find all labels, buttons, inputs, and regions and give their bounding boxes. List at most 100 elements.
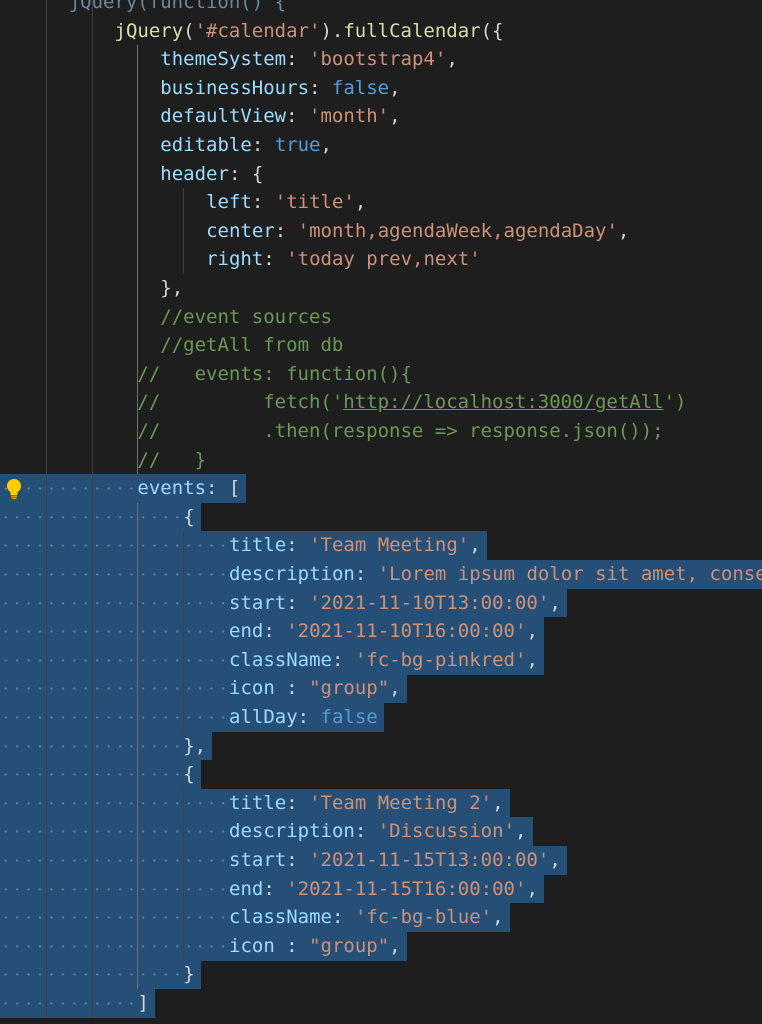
code-line[interactable]: businessHours: false, bbox=[160, 74, 400, 103]
code-line[interactable]: // fetch('http://localhost:3000/getAll') bbox=[137, 388, 686, 417]
code-token: }, bbox=[160, 277, 184, 299]
code-token: , bbox=[526, 877, 538, 900]
code-token: 'Team Meeting 2' bbox=[309, 791, 493, 814]
code-line[interactable]: { bbox=[183, 760, 194, 789]
code-token: : bbox=[263, 248, 287, 271]
code-line[interactable]: icon : "group", bbox=[229, 932, 401, 961]
code-line[interactable]: end: '2021-11-10T16:00:00', bbox=[229, 617, 538, 646]
code-token: defaultView bbox=[160, 105, 287, 128]
code-line[interactable]: icon : "group", bbox=[229, 674, 401, 703]
code-line[interactable]: defaultView: 'month', bbox=[160, 102, 400, 131]
code-line[interactable]: right: 'today prev,next' bbox=[206, 245, 481, 274]
code-token: '2021-11-10T16:00:00' bbox=[286, 620, 527, 643]
code-line[interactable]: themeSystem: 'bootstrap4', bbox=[160, 45, 457, 74]
code-line[interactable]: }, bbox=[183, 732, 206, 761]
code-token: icon bbox=[229, 677, 275, 700]
whitespace-dots bbox=[0, 903, 229, 932]
code-token: , bbox=[492, 791, 504, 814]
code-token: ({ bbox=[480, 19, 504, 42]
code-token: 'month,agendaWeek,agendaDay' bbox=[297, 219, 618, 242]
code-token: : bbox=[286, 105, 310, 128]
code-line[interactable]: { bbox=[183, 503, 194, 532]
whitespace-dots bbox=[0, 989, 138, 1018]
whitespace-dots bbox=[0, 760, 184, 789]
code-token: "group" bbox=[309, 677, 390, 700]
code-token: ). bbox=[320, 19, 344, 42]
code-editor[interactable]: jQuery(function() {jQuery('#calendar').f… bbox=[0, 0, 762, 1024]
code-line[interactable]: }, bbox=[160, 274, 183, 303]
whitespace-dots bbox=[0, 874, 229, 904]
code-token: { bbox=[183, 763, 195, 786]
code-token: allDay bbox=[229, 706, 298, 728]
code-line[interactable]: start: '2021-11-10T13:00:00', bbox=[229, 589, 561, 618]
code-token: 'Lorem ipsum dolor sit amet, conse bbox=[377, 563, 762, 585]
code-line[interactable]: title: 'Team Meeting', bbox=[229, 531, 481, 560]
code-token: icon bbox=[229, 934, 275, 957]
code-token: start bbox=[229, 849, 287, 871]
code-line[interactable]: left: 'title', bbox=[206, 188, 366, 217]
code-token: , bbox=[617, 219, 630, 242]
code-token: : bbox=[309, 76, 332, 99]
code-token: ( bbox=[183, 19, 195, 42]
code-token: : bbox=[274, 219, 298, 242]
code-token: 'bootstrap4' bbox=[309, 48, 447, 71]
code-line[interactable]: // .then(response => response.json()); bbox=[137, 417, 663, 446]
code-token: fullCalendar bbox=[343, 19, 481, 42]
code-line[interactable]: ] bbox=[137, 989, 148, 1018]
code-token: : bbox=[286, 849, 310, 871]
code-token: className bbox=[229, 906, 332, 929]
code-token: themeSystem bbox=[160, 48, 287, 71]
code-line[interactable]: description: 'Lorem ipsum dolor sit amet… bbox=[229, 560, 762, 589]
whitespace-dots bbox=[0, 588, 229, 618]
lightbulb-icon[interactable] bbox=[4, 477, 24, 501]
code-token: : bbox=[263, 877, 287, 900]
code-token: , bbox=[469, 534, 481, 557]
whitespace-dots bbox=[0, 502, 184, 532]
code-token: //event sources bbox=[160, 305, 332, 328]
code-token: : [ bbox=[206, 477, 241, 500]
code-token: : bbox=[286, 534, 310, 557]
code-line[interactable]: //event sources bbox=[160, 303, 332, 332]
code-line[interactable]: // events: function(){ bbox=[137, 360, 412, 389]
code-token: : bbox=[286, 48, 310, 71]
code-line[interactable]: className: 'fc-bg-pinkred', bbox=[229, 646, 538, 675]
code-token: : bbox=[354, 563, 378, 585]
code-token: false bbox=[320, 706, 378, 728]
code-token: jQuery(function() { bbox=[68, 0, 287, 13]
code-token: title bbox=[229, 534, 287, 557]
code-token: start bbox=[229, 591, 287, 614]
whitespace-dots bbox=[0, 931, 229, 961]
code-line[interactable]: editable: true, bbox=[160, 131, 332, 160]
code-line[interactable]: jQuery('#calendar').fullCalendar({ bbox=[115, 17, 504, 46]
code-line[interactable]: jQuery(function() { bbox=[69, 0, 286, 17]
code-token: // events: function(){ bbox=[137, 362, 412, 385]
code-line[interactable]: start: '2021-11-15T13:00:00', bbox=[229, 846, 561, 875]
code-token: { bbox=[183, 505, 195, 528]
code-token: className bbox=[229, 648, 332, 671]
code-token: left bbox=[206, 191, 252, 214]
code-token: '2021-11-15T13:00:00' bbox=[309, 849, 550, 871]
code-token: : bbox=[274, 934, 310, 957]
code-token: , bbox=[354, 191, 367, 214]
whitespace-dots bbox=[0, 617, 229, 646]
code-token: , bbox=[492, 906, 504, 929]
code-line[interactable]: //getAll from db bbox=[160, 331, 343, 360]
code-token: // fetch(' bbox=[137, 391, 344, 414]
code-line[interactable]: header: { bbox=[160, 160, 263, 189]
code-line[interactable]: end: '2021-11-15T16:00:00', bbox=[229, 875, 538, 904]
code-token: }, bbox=[183, 734, 207, 757]
code-token: : bbox=[251, 134, 275, 156]
code-line[interactable]: description: 'Discussion', bbox=[229, 817, 526, 846]
whitespace-dots bbox=[0, 674, 229, 703]
code-line[interactable]: allDay: false bbox=[229, 703, 378, 732]
code-line[interactable]: title: 'Team Meeting 2', bbox=[229, 789, 504, 818]
code-token: //getAll from db bbox=[160, 334, 344, 357]
code-line[interactable]: center: 'month,agendaWeek,agendaDay', bbox=[206, 217, 629, 246]
code-token: } bbox=[183, 963, 195, 986]
whitespace-dots bbox=[0, 817, 229, 846]
code-line[interactable]: events: [ bbox=[137, 474, 240, 503]
code-line[interactable]: className: 'fc-bg-blue', bbox=[229, 903, 504, 932]
code-line[interactable]: // } bbox=[137, 446, 206, 475]
whitespace-dots bbox=[0, 788, 229, 818]
code-line[interactable]: } bbox=[183, 960, 194, 989]
